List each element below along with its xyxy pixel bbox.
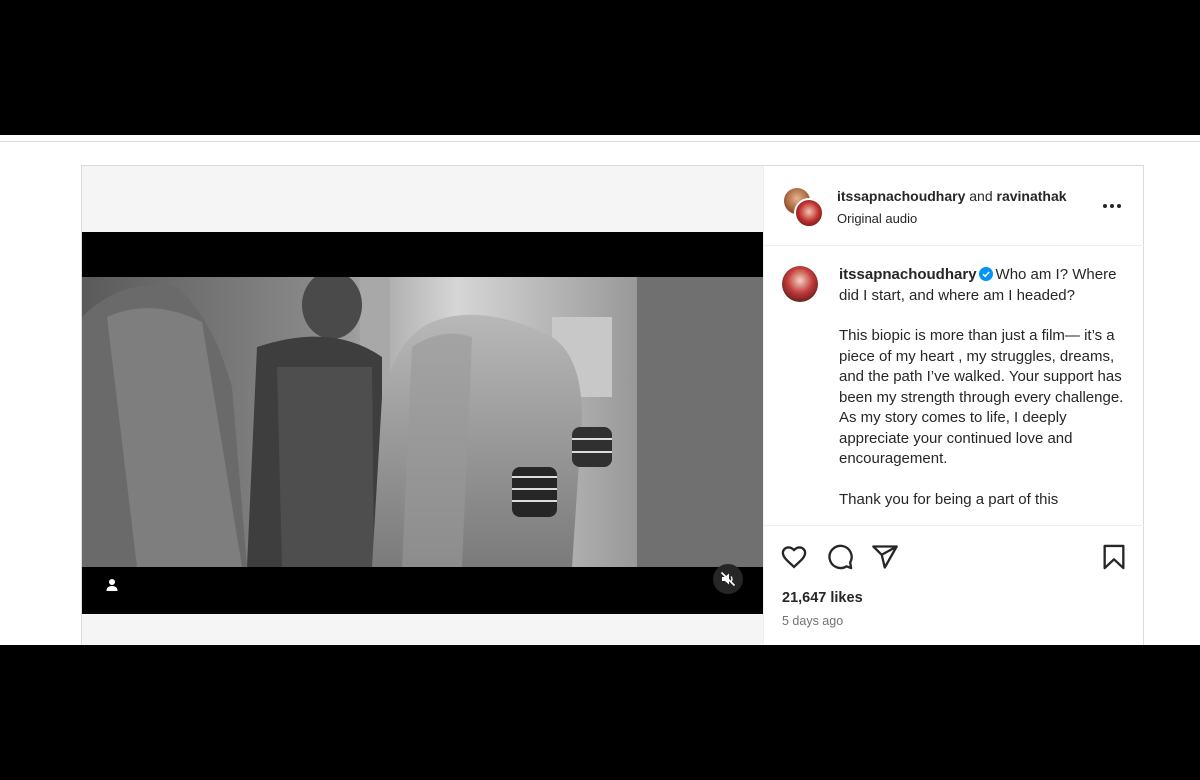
heart-icon[interactable] (780, 543, 808, 571)
muted-speaker-icon[interactable] (713, 564, 743, 594)
author-link-primary[interactable]: itssapnachoudhary (837, 188, 965, 204)
media-pane (82, 166, 763, 646)
user-tag-icon[interactable] (102, 575, 122, 595)
reel-video[interactable] (82, 232, 763, 614)
caption-paragraph: itssapnachoudhary Who am I? Where did I … (839, 265, 1124, 306)
post-authors: itssapnachoudhary and ravinathak (837, 188, 1067, 204)
author-link-collab[interactable]: ravinathak (997, 188, 1067, 204)
caption-username[interactable]: itssapnachoudhary (839, 266, 977, 283)
share-icon[interactable] (871, 543, 899, 571)
avatar[interactable] (782, 266, 818, 302)
post-actions: 21,647 likes 5 days ago (764, 525, 1144, 646)
post-sidebar: itssapnachoudhary and ravinathak Origina… (763, 166, 1144, 646)
verified-badge-icon (978, 267, 993, 281)
post-card: itssapnachoudhary and ravinathak Origina… (81, 165, 1144, 646)
nav-divider (0, 141, 1200, 142)
authors-joiner: and (969, 188, 993, 204)
caption-paragraph-2: This biopic is more than just a film— it… (839, 327, 1124, 467)
bookmark-icon[interactable] (1100, 543, 1128, 571)
page: itssapnachoudhary and ravinathak Origina… (0, 135, 1200, 646)
avatar[interactable] (794, 198, 824, 228)
likes-count[interactable]: 21,647 likes (782, 590, 863, 606)
post-header: itssapnachoudhary and ravinathak Origina… (764, 166, 1144, 246)
caption-paragraph-3: Thank you for being a part of this (839, 490, 1059, 508)
audio-link[interactable]: Original audio (837, 211, 917, 226)
caption-text: itssapnachoudhary Who am I? Where did I … (839, 265, 1124, 525)
letterbox-bottom (0, 645, 1200, 780)
video-frame (82, 277, 763, 567)
collab-avatars[interactable] (782, 186, 824, 228)
more-options-icon[interactable] (1100, 194, 1124, 218)
caption-area: itssapnachoudhary Who am I? Where did I … (764, 247, 1144, 525)
post-timestamp[interactable]: 5 days ago (782, 614, 843, 628)
letterbox-top (0, 0, 1200, 135)
comment-icon[interactable] (826, 543, 854, 571)
